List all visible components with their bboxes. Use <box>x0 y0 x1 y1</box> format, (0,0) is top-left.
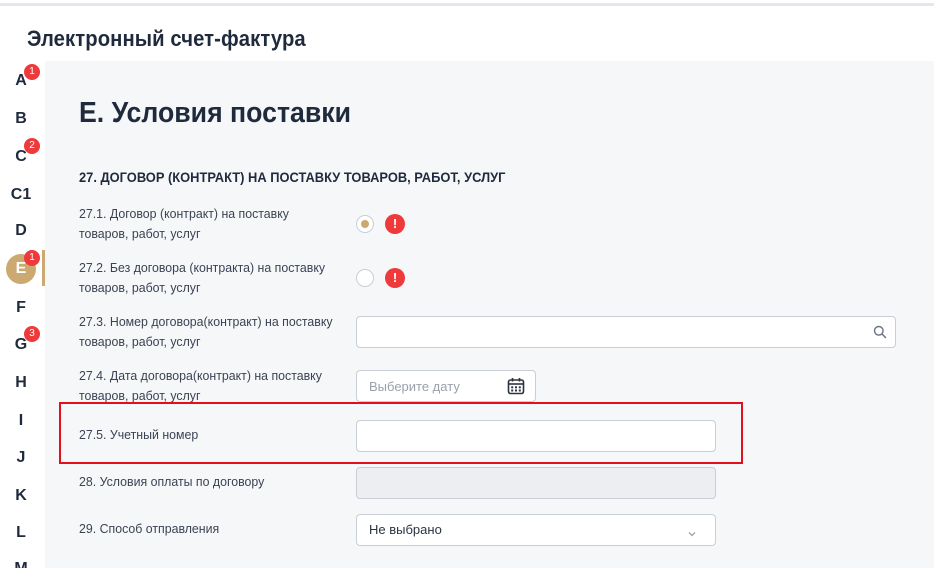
field-27-1-label: 27.1. Договор (контракт) на поставку тов… <box>79 206 289 241</box>
form-content: E. Условия поставки 27. ДОГОВОР (КОНТРАК… <box>45 61 934 568</box>
sidebar-item-h[interactable]: H <box>0 368 45 404</box>
sidebar-item-c1[interactable]: C1 <box>0 177 45 213</box>
sidebar-item-label: C1 <box>10 186 32 203</box>
subsection-title: 27. ДОГОВОР (КОНТРАКТ) НА ПОСТАВКУ ТОВАР… <box>79 169 506 185</box>
sidebar-item-l[interactable]: L <box>0 520 45 556</box>
sidebar-item-b[interactable]: B <box>0 101 45 137</box>
date-placeholder: Выберите дату <box>369 379 460 394</box>
sidebar-item-label: I <box>18 412 24 429</box>
section-title: E. Условия поставки <box>79 97 352 129</box>
field-28-label: 28. Условия оплаты по договору <box>79 474 265 489</box>
sidebar-item-label: L <box>16 524 26 541</box>
sidebar-item-j[interactable]: J <box>0 444 45 480</box>
field-27-3-label: 27.3. Номер договора(контракт) на постав… <box>79 314 333 349</box>
error-count-badge: 1 <box>24 64 40 80</box>
error-count-badge: 3 <box>24 326 40 342</box>
sidebar-item-label: D <box>15 222 27 239</box>
search-icon[interactable] <box>873 325 887 339</box>
sidebar-item-i[interactable]: I <box>0 406 45 442</box>
warning-icon: ! <box>385 268 405 288</box>
sidebar-item-e[interactable]: E 1 <box>0 250 45 290</box>
sidebar-item-f[interactable]: F <box>0 292 45 328</box>
error-count-badge: 1 <box>24 250 40 266</box>
field-27-2-label: 27.2. Без договора (контракта) на постав… <box>79 260 326 295</box>
sidebar-item-label: H <box>15 374 27 391</box>
field-27-5-label: 27.5. Учетный номер <box>79 427 199 442</box>
sidebar-item-m[interactable]: M <box>0 554 45 568</box>
sidebar-item-k[interactable]: K <box>0 482 45 518</box>
warning-icon: ! <box>385 214 405 234</box>
chevron-down-icon <box>687 526 697 537</box>
sidebar-item-label: F <box>16 299 26 316</box>
registration-number-input[interactable] <box>356 420 716 452</box>
section-sidebar: A 1 B C 2 C1 D E 1 F G 3 H I J K L M <box>0 61 45 568</box>
contract-radio[interactable] <box>356 215 374 233</box>
shipping-method-select[interactable]: Не выбрано <box>356 514 716 546</box>
calendar-icon[interactable] <box>507 377 525 395</box>
sidebar-item-label: J <box>16 449 26 466</box>
app-title: Электронный счет-фактура <box>27 26 306 51</box>
field-27-4-label: 27.4. Дата договора(контракт) на поставк… <box>79 368 322 403</box>
error-count-badge: 2 <box>24 138 40 154</box>
sidebar-item-c[interactable]: C 2 <box>0 138 45 175</box>
app-header: Электронный счет-фактура <box>0 6 934 61</box>
sidebar-item-a[interactable]: A 1 <box>0 63 45 99</box>
payment-terms-input <box>356 467 716 499</box>
contract-number-input[interactable] <box>356 316 896 348</box>
contract-date-picker[interactable]: Выберите дату <box>356 370 536 402</box>
sidebar-item-g[interactable]: G 3 <box>0 326 45 366</box>
field-29-label: 29. Способ отправления <box>79 521 220 536</box>
sidebar-item-d[interactable]: D <box>0 215 45 251</box>
sidebar-item-label: M <box>0 560 42 568</box>
sidebar-item-label: B <box>15 110 27 127</box>
sidebar-item-label: K <box>15 487 27 504</box>
no-contract-radio[interactable] <box>356 269 374 287</box>
select-value: Не выбрано <box>369 522 442 537</box>
